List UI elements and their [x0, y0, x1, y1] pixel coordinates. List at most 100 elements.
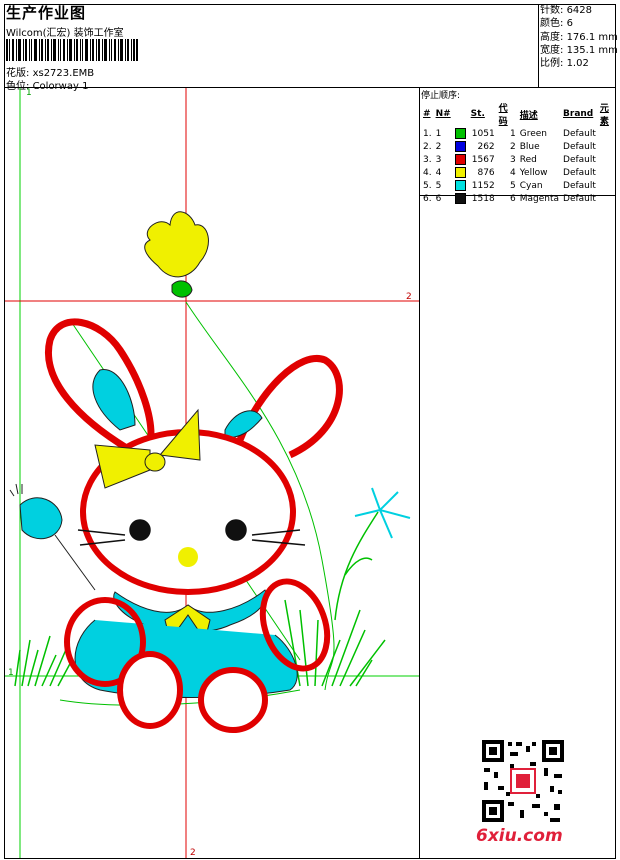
color-swatch	[454, 141, 466, 152]
table-row: 3. 3 1567 3 Red Default	[421, 153, 619, 166]
qr-code-icon	[480, 738, 566, 824]
guide-h1-label: 1	[8, 668, 14, 678]
row-stitches-value: 1567	[471, 155, 495, 165]
row-element	[598, 153, 619, 166]
right-ear-inner	[224, 410, 263, 439]
color-count-label: 颜色:	[540, 18, 564, 30]
stop-sequence-rows: 1. 1 1051 1 Green Default 2. 2 262 2 Blue Default 3.…	[421, 127, 619, 205]
color-count-value: 6	[566, 18, 573, 30]
row-code: 5	[510, 180, 516, 191]
row-n: 6	[435, 193, 442, 204]
guide-v1-label: 1	[26, 88, 32, 98]
row-brand: Default	[563, 180, 596, 191]
row-desc: Red	[519, 154, 537, 165]
row-desc: Green	[519, 128, 548, 139]
row-n: 4	[435, 167, 442, 178]
header-info: 生产作业图 Wilcom(汇宏) 装饰工作室 花版: xs2723.EMB 色位…	[6, 2, 536, 92]
row-element	[598, 166, 619, 179]
table-row: 1. 1 1051 1 Green Default	[421, 127, 619, 140]
stitch-count: 针数: 6428	[540, 4, 620, 17]
table-divider	[419, 88, 420, 859]
row-element	[598, 127, 619, 140]
row-stitches-value: 262	[477, 142, 495, 152]
embroidery-design	[5, 88, 419, 858]
barcode-icon	[6, 39, 138, 61]
row-index: 1.	[423, 128, 432, 139]
bunny-nose	[178, 547, 198, 567]
row-desc: Cyan	[519, 180, 543, 191]
row-brand: Default	[563, 141, 596, 152]
guide-v2-label: 2	[190, 848, 196, 858]
row-element	[598, 179, 619, 192]
row-stitches: 1051	[453, 127, 497, 140]
row-n: 3	[435, 154, 442, 165]
row-desc: Yellow	[519, 167, 548, 178]
table-row: 5. 5 1152 5 Cyan Default	[421, 179, 619, 192]
design-scale: 比例: 1.02	[540, 57, 620, 70]
color-count: 颜色: 6	[540, 17, 620, 30]
row-stitches: 1518	[453, 192, 497, 205]
col-n: N#	[435, 109, 451, 119]
row-brand: Default	[563, 193, 596, 204]
row-n: 1	[435, 128, 442, 139]
design-height-label: 高度:	[540, 31, 564, 43]
design-scale-label: 比例:	[540, 58, 564, 70]
design-width: 宽度: 135.1 mm	[540, 44, 620, 57]
row-index: 4.	[423, 167, 432, 178]
stop-sequence-table: # N# St. 代码 描述 Brand 元素 1. 1 1051 1 Green Def…	[421, 101, 619, 205]
color-swatch	[454, 167, 466, 178]
col-code: 代码	[498, 104, 508, 127]
page-title: 生产作业图	[6, 4, 87, 22]
row-code: 2	[510, 141, 516, 152]
color-swatch	[454, 154, 466, 165]
row-code: 4	[510, 167, 516, 178]
col-desc: 描述	[519, 110, 538, 121]
row-stitches: 1567	[453, 153, 497, 166]
stats-divider	[538, 4, 539, 88]
design-height: 高度: 176.1 mm	[540, 31, 620, 44]
table-row: 6. 6 1518 6 Magenta Default	[421, 192, 619, 205]
company-name: Wilcom(汇宏) 装饰工作室	[6, 28, 124, 39]
table-header-row: # N# St. 代码 描述 Brand 元素	[421, 101, 619, 127]
design-stats: 针数: 6428 颜色: 6 高度: 176.1 mm 宽度: 135.1 mm…	[540, 4, 620, 70]
row-stitches-value: 1051	[471, 129, 495, 139]
stop-sequence-title: 停止顺序:	[421, 91, 461, 101]
row-index: 5.	[423, 180, 432, 191]
row-index: 3.	[423, 154, 432, 165]
row-code: 3	[510, 154, 516, 165]
row-stitches-value: 1152	[471, 181, 495, 191]
design-width-label: 宽度:	[540, 44, 564, 56]
design-height-value: 176.1 mm	[566, 31, 618, 43]
row-stitches-value: 1518	[471, 194, 495, 204]
row-desc: Magenta	[519, 193, 560, 204]
stitch-count-label: 针数:	[540, 5, 564, 16]
row-n: 2	[435, 141, 442, 152]
row-stitches: 876	[453, 166, 497, 179]
design-scale-value: 1.02	[566, 58, 589, 70]
row-index: 2.	[423, 141, 432, 152]
grass-right	[284, 599, 386, 687]
col-index: #	[423, 109, 431, 119]
watermark-site: 6xiu.com	[476, 826, 563, 846]
row-stitches: 1152	[453, 179, 497, 192]
row-brand: Default	[563, 128, 596, 139]
stitch-count-value: 6428	[566, 5, 593, 16]
row-element	[598, 140, 619, 153]
col-brand: Brand	[563, 109, 594, 119]
table-row: 4. 4 876 4 Yellow Default	[421, 166, 619, 179]
row-stitches-value: 876	[477, 168, 495, 178]
row-brand: Default	[563, 154, 596, 165]
row-code: 6	[510, 193, 516, 204]
left-foot	[117, 651, 183, 729]
right-foot	[198, 667, 268, 733]
row-stitches: 262	[453, 140, 497, 153]
row-brand: Default	[563, 167, 596, 178]
color-swatch	[454, 128, 466, 139]
row-n: 5	[435, 180, 442, 191]
table-row: 2. 2 262 2 Blue Default	[421, 140, 619, 153]
row-desc: Blue	[519, 141, 540, 152]
left-ear-inner	[92, 369, 136, 431]
color-swatch	[454, 193, 466, 204]
row-element	[598, 192, 619, 205]
row-index: 6.	[423, 193, 432, 204]
